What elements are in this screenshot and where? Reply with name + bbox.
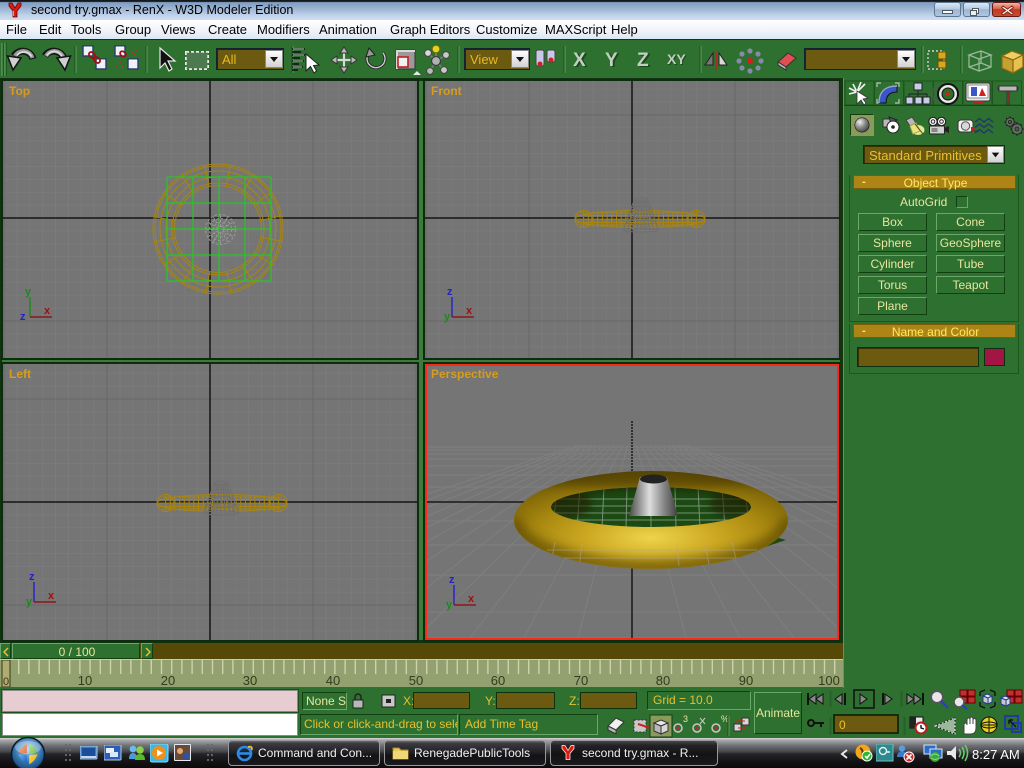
svg-text:y: y xyxy=(444,311,451,323)
svg-text:y: y xyxy=(26,596,33,608)
svg-text:z: z xyxy=(20,311,26,323)
svg-text:20: 20 xyxy=(161,673,175,688)
svg-text:x: x xyxy=(468,593,475,605)
svg-text:60: 60 xyxy=(491,673,505,688)
svg-text:40: 40 xyxy=(326,673,340,688)
svg-text:x: x xyxy=(44,305,51,317)
svg-text:100: 100 xyxy=(818,673,840,688)
svg-text:y: y xyxy=(25,286,32,298)
svg-text:70: 70 xyxy=(574,673,588,688)
svg-text:y: y xyxy=(446,599,453,611)
svg-text:10: 10 xyxy=(78,673,92,688)
svg-text:0: 0 xyxy=(839,718,846,732)
svg-text:30: 30 xyxy=(243,673,257,688)
svg-text:z: z xyxy=(447,286,453,298)
svg-text:50: 50 xyxy=(409,673,423,688)
svg-text:80: 80 xyxy=(656,673,670,688)
svg-text:z: z xyxy=(449,574,455,586)
svg-text:x: x xyxy=(466,305,473,317)
svg-text:x: x xyxy=(48,590,55,602)
svg-text:3: 3 xyxy=(683,714,688,724)
svg-text:90: 90 xyxy=(739,673,753,688)
svg-text:z: z xyxy=(29,571,35,583)
